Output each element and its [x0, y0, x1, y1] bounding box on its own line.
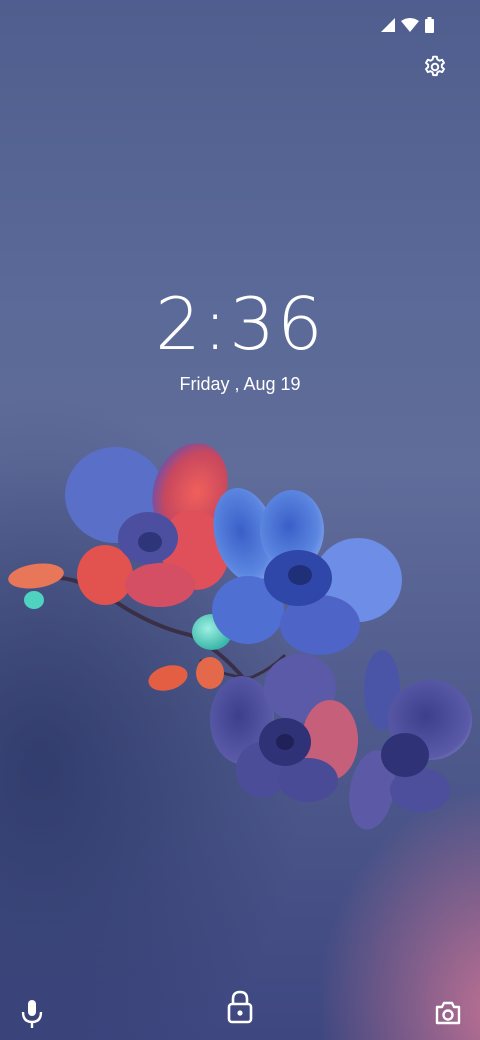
- lock-icon[interactable]: [226, 990, 254, 1024]
- camera-icon[interactable]: [434, 1000, 462, 1026]
- wifi-icon: [401, 18, 419, 32]
- status-bar: [381, 14, 434, 36]
- microphone-icon[interactable]: [18, 998, 46, 1030]
- settings-button[interactable]: [422, 54, 448, 80]
- orchid-wallpaper-image: [8, 443, 472, 830]
- gear-icon[interactable]: [422, 54, 448, 80]
- voice-assist-button[interactable]: [18, 998, 46, 1030]
- battery-icon: [425, 17, 434, 33]
- cellular-signal-icon: [381, 18, 395, 32]
- camera-shortcut-button[interactable]: [434, 1000, 462, 1026]
- lockscreen-date: Friday , Aug 19: [179, 374, 301, 394]
- lockscreen-clock: 2:36: [155, 282, 325, 366]
- unlock-button[interactable]: [226, 990, 254, 1024]
